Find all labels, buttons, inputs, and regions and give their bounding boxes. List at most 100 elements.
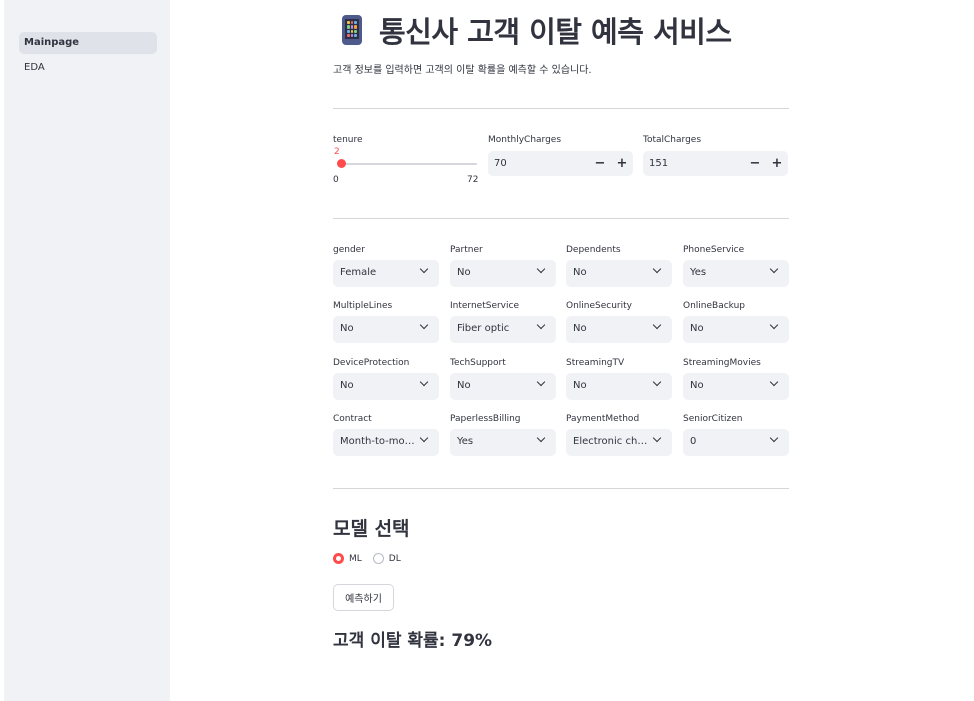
streamingmovies-select[interactable]: No (683, 373, 789, 400)
main-content: 통신사 고객 이탈 예측 서비스 고객 정보를 입력하면 고객의 이탈 확률을 … (333, 0, 789, 701)
multiplelines-label: MultipleLines (333, 301, 393, 311)
contract-select[interactable]: Month-to-month (333, 429, 439, 456)
chevron-down-icon (419, 433, 429, 443)
radio-ml-label: ML (349, 553, 362, 564)
mobile-phone-icon (342, 15, 362, 45)
page-subtitle: 고객 정보를 입력하면 고객의 이탈 확률을 예측할 수 있습니다. (333, 65, 592, 76)
techsupport-select[interactable]: No (450, 373, 556, 400)
sidebar: Mainpage EDA (4, 0, 170, 701)
streamingtv-label: StreamingTV (566, 358, 625, 368)
monthly-charges-value[interactable]: 70 (488, 158, 589, 169)
onlinebackup-label: OnlineBackup (683, 301, 746, 311)
tenure-value: 2 (334, 147, 340, 157)
partner-label: Partner (450, 245, 483, 255)
chevron-down-icon (652, 264, 662, 274)
gender-value: Female (340, 267, 377, 278)
chevron-down-icon (652, 377, 662, 387)
dependents-value: No (573, 267, 587, 278)
deviceprotection-select[interactable]: No (333, 373, 439, 400)
paymentmethod-label: PaymentMethod (566, 414, 640, 424)
internetservice-label: InternetService (450, 301, 519, 311)
total-charges-label: TotalCharges (643, 135, 702, 145)
monthly-charges-input: 70 − + (488, 151, 633, 176)
monthly-charges-increment-button[interactable]: + (611, 151, 633, 176)
radio-unselected-icon (372, 553, 384, 564)
divider (333, 488, 789, 489)
internetservice-select[interactable]: Fiber optic (450, 316, 556, 343)
multiplelines-value: No (340, 323, 354, 334)
radio-selected-icon (333, 553, 344, 564)
deviceprotection-label: DeviceProtection (333, 358, 410, 368)
techsupport-value: No (457, 380, 471, 391)
total-charges-input: 151 − + (643, 151, 788, 176)
contract-label: Contract (333, 414, 372, 424)
divider (333, 108, 789, 109)
chevron-down-icon (769, 320, 779, 330)
gender-select[interactable]: Female (333, 260, 439, 287)
paperlessbilling-select[interactable]: Yes (450, 429, 556, 456)
chevron-down-icon (536, 377, 546, 387)
radio-ml[interactable]: ML (333, 553, 362, 564)
phoneservice-value: Yes (690, 267, 707, 278)
chevron-down-icon (419, 377, 429, 387)
streamingtv-value: No (573, 380, 587, 391)
onlinebackup-value: No (690, 323, 704, 334)
streamingmovies-value: No (690, 380, 704, 391)
streamingtv-select[interactable]: No (566, 373, 672, 400)
chevron-down-icon (652, 320, 662, 330)
chevron-down-icon (536, 433, 546, 443)
gender-label: gender (333, 245, 365, 255)
chevron-down-icon (769, 264, 779, 274)
total-charges-decrement-button[interactable]: − (744, 151, 766, 176)
dependents-select[interactable]: No (566, 260, 672, 287)
dependents-label: Dependents (566, 245, 621, 255)
sidebar-item-eda[interactable]: EDA (19, 57, 157, 79)
monthly-charges-decrement-button[interactable]: − (589, 151, 611, 176)
paymentmethod-value: Electronic check (573, 436, 649, 447)
chevron-down-icon (769, 433, 779, 443)
radio-dl-label: DL (388, 553, 401, 564)
chevron-down-icon (536, 320, 546, 330)
deviceprotection-value: No (340, 380, 354, 391)
predict-button[interactable]: 예측하기 (333, 584, 394, 611)
phoneservice-select[interactable]: Yes (683, 260, 789, 287)
phoneservice-label: PhoneService (683, 245, 745, 255)
onlinesecurity-value: No (573, 323, 587, 334)
chevron-down-icon (652, 433, 662, 443)
page-title-text: 통신사 고객 이탈 예측 서비스 (379, 15, 732, 49)
multiplelines-select[interactable]: No (333, 316, 439, 343)
internetservice-value: Fiber optic (457, 323, 510, 334)
partner-select[interactable]: No (450, 260, 556, 287)
tenure-label: tenure (333, 135, 363, 145)
divider (333, 218, 789, 219)
page-title: 통신사 고객 이탈 예측 서비스 (333, 10, 732, 50)
total-charges-increment-button[interactable]: + (766, 151, 788, 176)
onlinesecurity-label: OnlineSecurity (566, 301, 632, 311)
sidebar-item-mainpage[interactable]: Mainpage (19, 32, 157, 54)
onlinesecurity-select[interactable]: No (566, 316, 672, 343)
total-charges-value[interactable]: 151 (643, 158, 744, 169)
onlinebackup-select[interactable]: No (683, 316, 789, 343)
tenure-slider-thumb[interactable] (336, 159, 346, 168)
chevron-down-icon (536, 264, 546, 274)
tenure-slider-track[interactable] (337, 163, 477, 165)
paymentmethod-select[interactable]: Electronic check (566, 429, 672, 456)
tenure-min-label: 0 (333, 175, 339, 185)
tenure-max-label: 72 (467, 175, 479, 185)
radio-dl[interactable]: DL (372, 553, 401, 564)
churn-probability-result: 고객 이탈 확률: 79% (333, 631, 493, 651)
model-section-heading: 모델 선택 (333, 518, 410, 540)
monthly-charges-label: MonthlyCharges (488, 135, 562, 145)
paperlessbilling-value: Yes (457, 436, 474, 447)
chevron-down-icon (419, 264, 429, 274)
techsupport-label: TechSupport (450, 358, 506, 368)
streamingmovies-label: StreamingMovies (683, 358, 761, 368)
chevron-down-icon (419, 320, 429, 330)
model-radio-group: ML DL (333, 553, 412, 564)
seniorcitizen-select[interactable]: 0 (683, 429, 789, 456)
seniorcitizen-label: SeniorCitizen (683, 414, 743, 424)
chevron-down-icon (769, 377, 779, 387)
partner-value: No (457, 267, 471, 278)
seniorcitizen-value: 0 (690, 436, 697, 447)
contract-value: Month-to-month (340, 436, 416, 447)
